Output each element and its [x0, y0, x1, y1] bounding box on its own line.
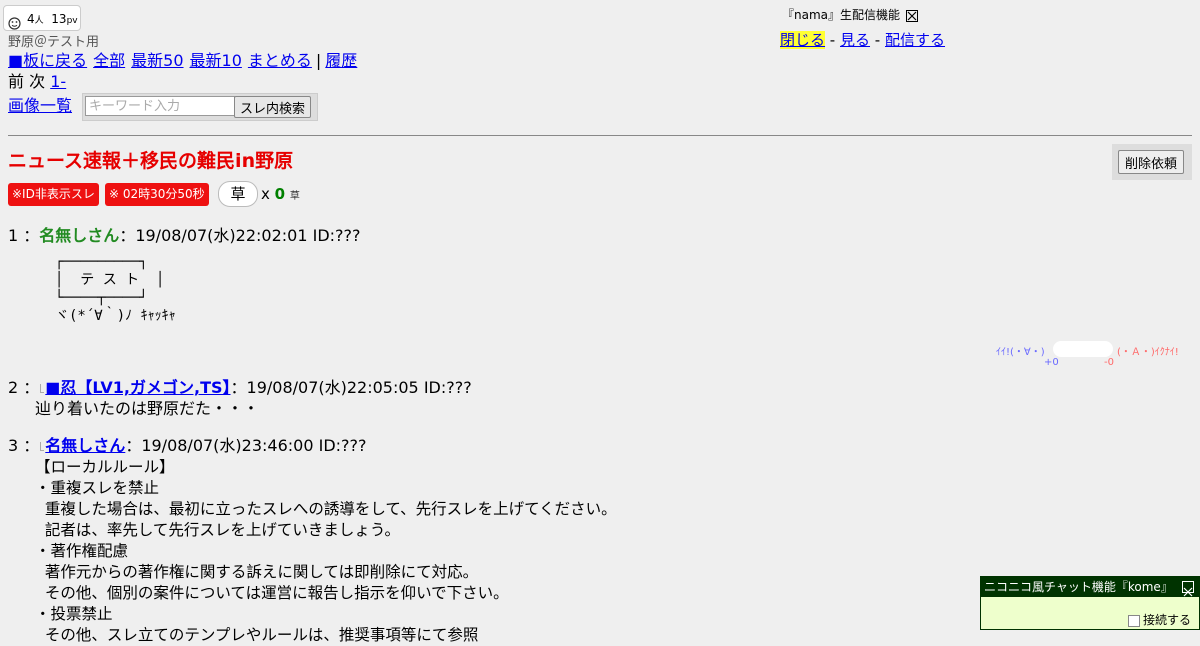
id-hidden-badge: ※ID非表示スレ: [8, 183, 99, 206]
image-list-link[interactable]: 画像一覧: [8, 96, 72, 115]
pager: 前 次 1-: [8, 72, 66, 92]
delete-request-button[interactable]: 削除依頼: [1118, 150, 1185, 174]
pv-count: 13: [51, 12, 67, 26]
nama-title: 『nama』生配信機能: [782, 8, 901, 22]
chat-title: ニコニコ風チャット機能『kome』: [981, 577, 1199, 597]
nama-dash: -: [829, 31, 836, 49]
poster-name-link[interactable]: ■忍【LV1,ガメゴン,TS】: [45, 378, 230, 397]
ascii-art: ┌─────────┐ │ テ ス ト │ └────┬────┘ ヾ(*´∀｀…: [55, 254, 176, 324]
people-count: 4: [27, 12, 35, 26]
nama-broadcast-link[interactable]: 配信する: [885, 31, 945, 49]
post-header: 3 ： 名無しさん：19/08/07(水)23:46:00 ID:???: [8, 436, 367, 456]
pager-next: 次: [29, 72, 46, 91]
close-icon[interactable]: [1182, 581, 1194, 597]
delete-request-box: 削除依頼: [1112, 144, 1192, 180]
nama-dash: -: [874, 31, 881, 49]
back-to-board-link[interactable]: ■板に戻る: [8, 51, 87, 70]
post-sep: ：: [23, 436, 40, 455]
nama-links: 閉じる - 見る - 配信する: [780, 30, 945, 50]
post-date: ：19/08/07(水)22:02:01 ID:???: [119, 226, 361, 245]
people-unit: 人: [34, 16, 44, 26]
visitor-counter: 4人 13pv: [3, 5, 81, 31]
vote-good-button[interactable]: ｲｲ!(・∀・): [996, 343, 1045, 358]
vote-bar: [1053, 341, 1113, 357]
thread-title: ニュース速報＋移民の難民in野原: [8, 150, 294, 172]
nama-watch-link[interactable]: 見る: [840, 31, 870, 49]
post-header: 1 ：名無しさん：19/08/07(水)22:02:01 ID:???: [8, 226, 361, 246]
post-sep: ：: [23, 226, 40, 245]
post-body: 辿り着いたのは野原だた・・・: [35, 399, 260, 418]
summarize-link[interactable]: まとめる: [248, 51, 312, 70]
kusa-button[interactable]: 草: [218, 181, 258, 207]
post-date: ：19/08/07(水)23:46:00 ID:???: [125, 436, 367, 455]
search-input[interactable]: [85, 96, 235, 116]
face-icon: [8, 13, 21, 30]
post-header: 2 ： ■忍【LV1,ガメゴン,TS】：19/08/07(水)22:05:05 I…: [8, 378, 472, 398]
thread-nav: ■板に戻る 全部 最新50 最新10 まとめる | 履歴: [8, 51, 363, 71]
vote-area: ｲｲ!(・∀・) (・Ａ・)ｲｸﾅｲ! +0 -0: [996, 341, 1186, 371]
post-number: 1: [8, 226, 19, 245]
vote-minus-count: -0: [1104, 357, 1114, 368]
poster-name-link[interactable]: 名無しさん: [45, 436, 125, 455]
close-icon[interactable]: [906, 9, 919, 22]
post-number: 3: [8, 436, 19, 455]
checkbox-icon[interactable]: [1127, 614, 1140, 627]
board-name: 野原＠テスト用: [8, 35, 100, 50]
nav-separator: |: [315, 51, 322, 70]
search-form: スレ内検索: [82, 93, 318, 121]
latest50-link[interactable]: 最新50: [131, 51, 183, 70]
vote-bad-button[interactable]: (・Ａ・)ｲｸﾅｲ!: [1117, 343, 1179, 358]
pager-range-link[interactable]: 1-: [50, 72, 66, 91]
chat-connect-toggle[interactable]: 接続する: [1127, 611, 1191, 628]
post-sep: ：: [23, 378, 40, 397]
image-list-wrap: 画像一覧: [8, 96, 72, 116]
chat-connect-label: 接続する: [1142, 613, 1191, 627]
post-date: ：19/08/07(水)22:05:05 ID:???: [230, 378, 472, 397]
nama-close-link[interactable]: 閉じる: [780, 31, 826, 49]
all-posts-link[interactable]: 全部: [93, 51, 125, 70]
pv-unit: pv: [66, 16, 78, 26]
kusa-count: 0: [274, 185, 286, 203]
latest10-link[interactable]: 最新10: [190, 51, 242, 70]
kusa-counter: x 0 草: [261, 185, 300, 203]
reply-icon: [40, 384, 45, 393]
divider: [8, 135, 1192, 136]
time-badge: ※ 02時30分50秒: [105, 183, 209, 206]
post-number: 2: [8, 378, 19, 397]
nama-header: 『nama』生配信機能: [782, 6, 919, 23]
pager-prev: 前: [8, 72, 25, 91]
search-button[interactable]: スレ内検索: [234, 96, 312, 118]
reply-icon: [40, 442, 45, 451]
history-link[interactable]: 履歴: [325, 51, 357, 70]
post-body: 【ローカルルール】 ・重複スレを禁止 重複した場合は、最初に立ったスレへの誘導を…: [35, 458, 617, 644]
vote-plus-count: +0: [1044, 357, 1059, 368]
chat-panel: ニコニコ風チャット機能『kome』 接続する: [980, 576, 1200, 630]
kusa-prefix: x: [261, 185, 270, 203]
kusa-suffix: 草: [289, 191, 300, 202]
poster-name: 名無しさん: [39, 226, 120, 245]
